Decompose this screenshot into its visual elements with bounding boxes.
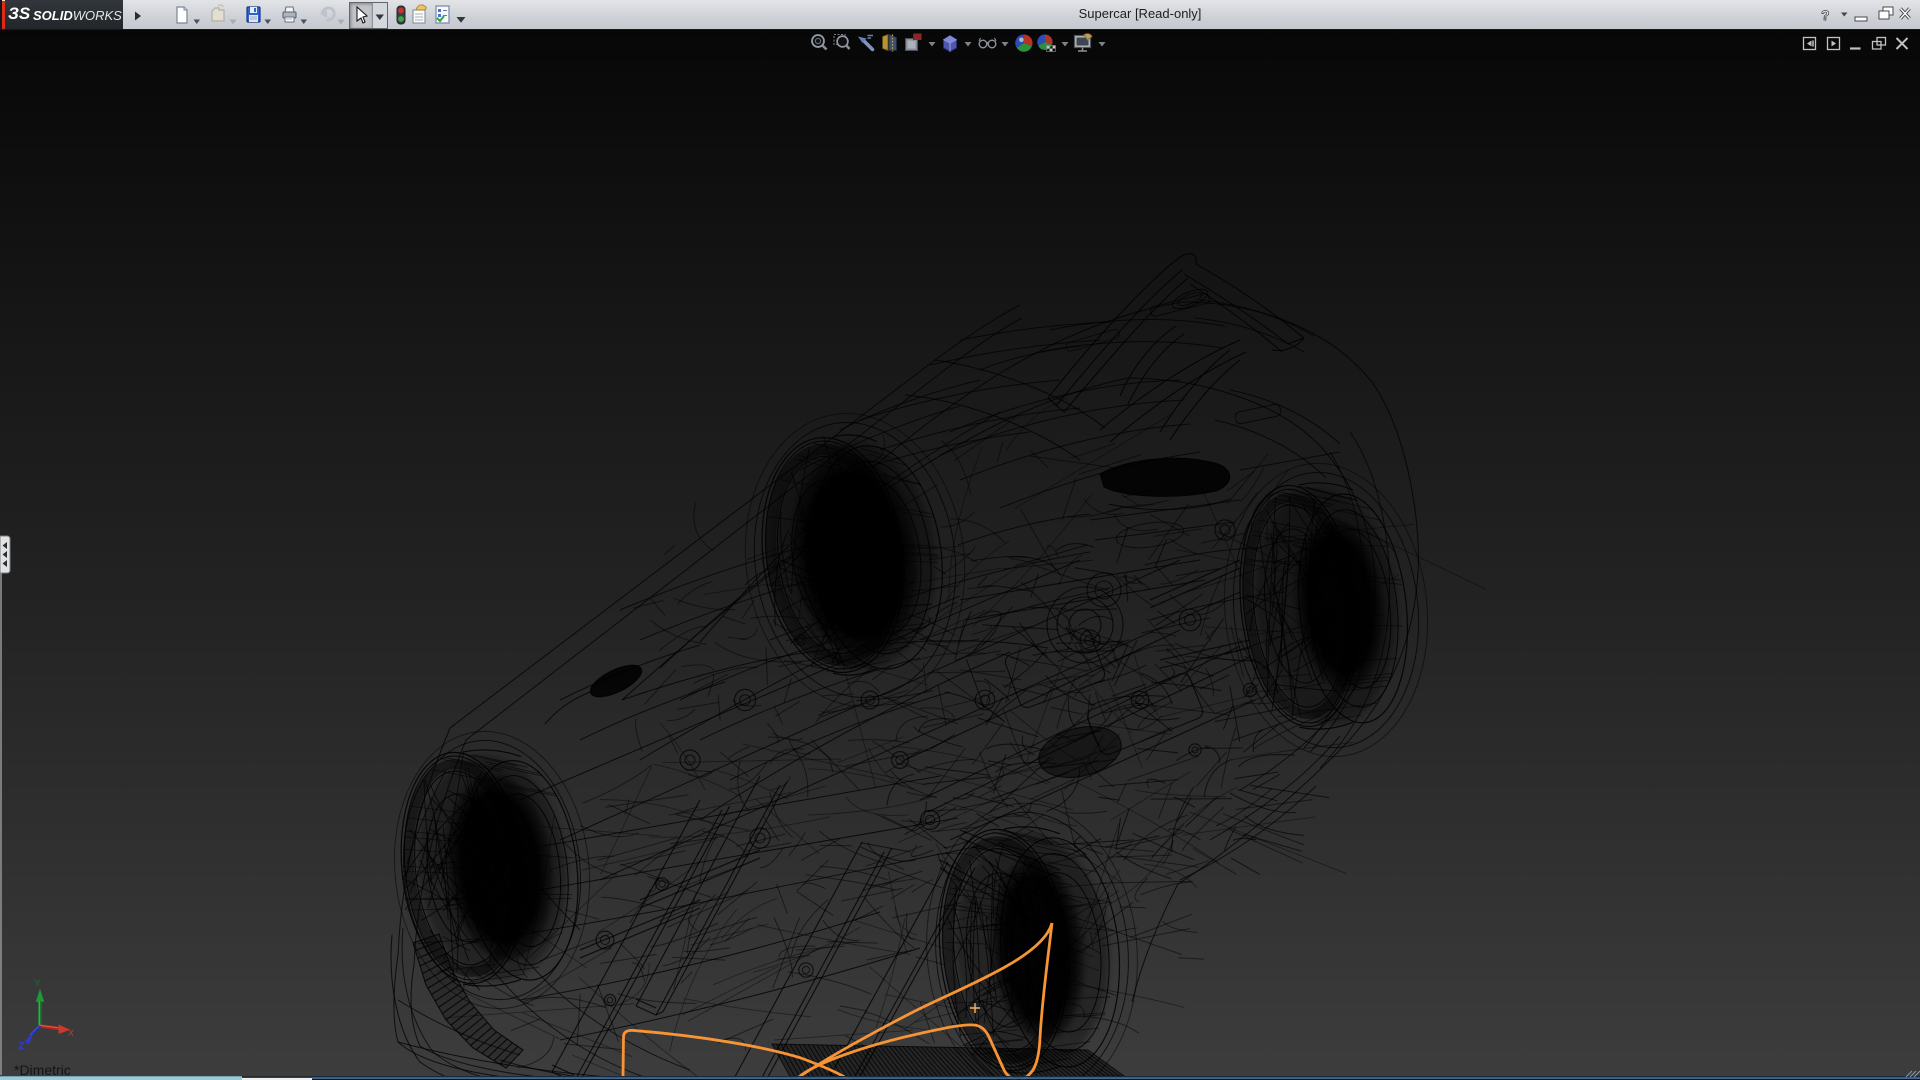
svg-text:?: ? — [1821, 7, 1830, 23]
svg-text:Z: Z — [19, 1041, 25, 1051]
svg-text:Y: Y — [34, 978, 40, 988]
svg-text:X: X — [67, 1028, 75, 1038]
